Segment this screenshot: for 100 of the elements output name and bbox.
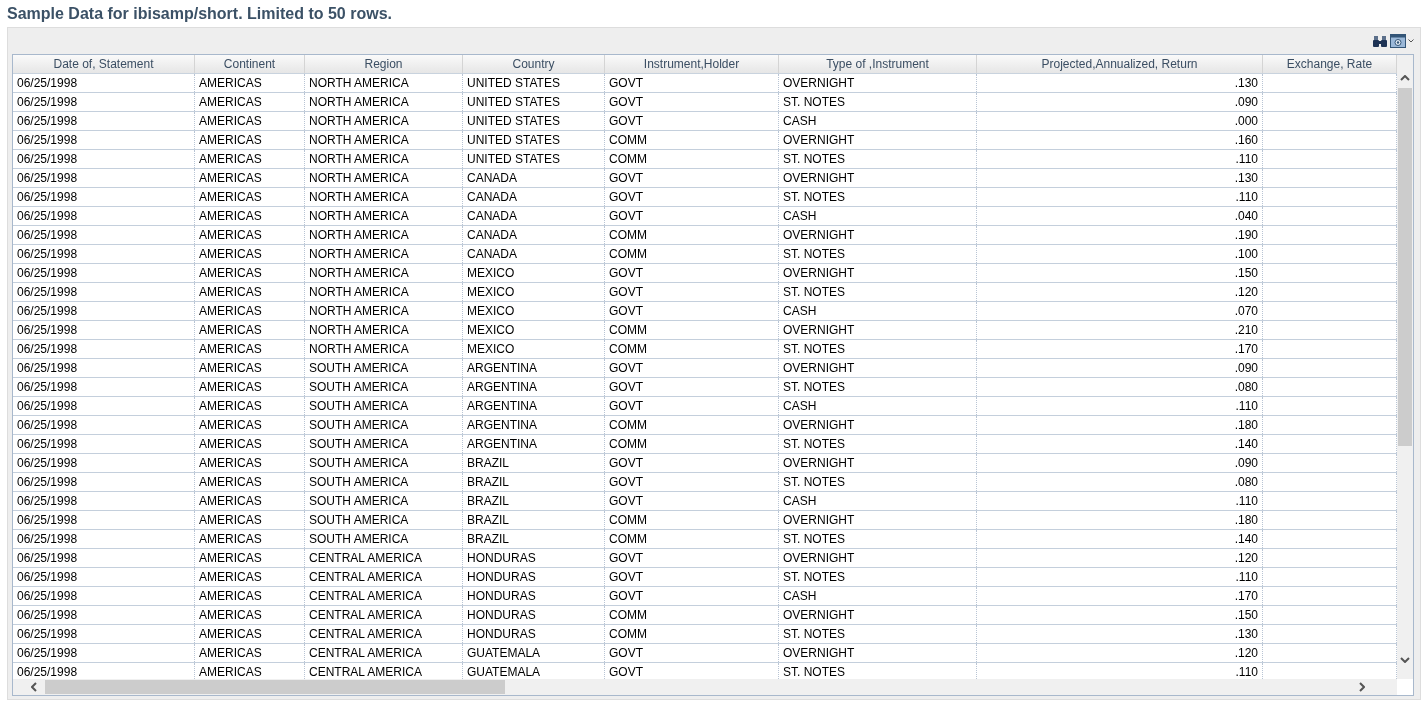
table-cell: BRAZIL (463, 530, 605, 548)
table-cell: AMERICAS (195, 397, 305, 415)
table-cell: COMM (605, 150, 779, 168)
table-cell: OVERNIGHT (779, 131, 977, 149)
table-cell: NORTH AMERICA (305, 321, 463, 339)
table-cell: AMERICAS (195, 530, 305, 548)
page-title: Sample Data for ibisamp/short. Limited to 50 rows. (6, 4, 393, 24)
table-cell: BRAZIL (463, 473, 605, 491)
table-cell: UNITED STATES (463, 74, 605, 92)
scrollbar-thumb[interactable] (45, 680, 505, 694)
table-cell: COMM (605, 511, 779, 529)
column-header[interactable]: Date of, Statement (13, 55, 195, 73)
table-cell: AMERICAS (195, 587, 305, 605)
table-cell: AMERICAS (195, 416, 305, 434)
table-cell: 06/25/1998 (13, 473, 195, 491)
table-cell: NORTH AMERICA (305, 340, 463, 358)
table-cell: .110 (977, 492, 1263, 510)
table-cell: COMM (605, 530, 779, 548)
table-cell: NORTH AMERICA (305, 74, 463, 92)
table-cell: CENTRAL AMERICA (305, 606, 463, 624)
table-cell: 06/25/1998 (13, 568, 195, 586)
table-cell: .000 (977, 112, 1263, 130)
table-cell: MEXICO (463, 321, 605, 339)
table-cell: NORTH AMERICA (305, 245, 463, 263)
table-cell: GOVT (605, 454, 779, 472)
table-cell: HONDURAS (463, 549, 605, 567)
table-cell: CENTRAL AMERICA (305, 625, 463, 643)
column-header[interactable]: Type of ,Instrument (779, 55, 977, 73)
column-header[interactable]: Instrument,Holder (605, 55, 779, 73)
table-cell: .170 (977, 587, 1263, 605)
table-cell: AMERICAS (195, 321, 305, 339)
scroll-left-icon[interactable] (31, 682, 37, 692)
table-cell: GOVT (605, 93, 779, 111)
table-cell: CASH (779, 207, 977, 225)
table-cell: 06/25/1998 (13, 93, 195, 111)
table-cell: .110 (977, 150, 1263, 168)
table-cell: GOVT (605, 74, 779, 92)
table-cell: OVERNIGHT (779, 321, 977, 339)
table-cell: OVERNIGHT (779, 644, 977, 662)
table-cell: 06/25/1998 (13, 321, 195, 339)
table-cell: SOUTH AMERICA (305, 473, 463, 491)
table-cell: AMERICAS (195, 226, 305, 244)
table-cell: AMERICAS (195, 568, 305, 586)
table-cell: 06/25/1998 (13, 112, 195, 130)
table-cell: MEXICO (463, 340, 605, 358)
table-cell: MEXICO (463, 264, 605, 282)
table-cell: 06/25/1998 (13, 416, 195, 434)
scrollbar-thumb[interactable] (1398, 88, 1412, 446)
table-cell: ST. NOTES (779, 568, 977, 586)
table-cell: SOUTH AMERICA (305, 530, 463, 548)
scroll-up-icon[interactable] (1400, 75, 1410, 81)
table-cell: SOUTH AMERICA (305, 359, 463, 377)
table-cell: AMERICAS (195, 245, 305, 263)
scroll-right-icon[interactable] (1359, 682, 1365, 692)
table-cell: NORTH AMERICA (305, 302, 463, 320)
table-cell: AMERICAS (195, 340, 305, 358)
table-cell: 06/25/1998 (13, 283, 195, 301)
table-cell: .210 (977, 321, 1263, 339)
table-cell: 06/25/1998 (13, 359, 195, 377)
table-cell: AMERICAS (195, 511, 305, 529)
table-cell: AMERICAS (195, 606, 305, 624)
scroll-down-icon[interactable] (1400, 657, 1410, 663)
view-menu-button[interactable] (1390, 34, 1414, 48)
table-cell: .130 (977, 74, 1263, 92)
table-cell: GOVT (605, 492, 779, 510)
table-cell: SOUTH AMERICA (305, 416, 463, 434)
table-cell: .160 (977, 131, 1263, 149)
table-cell: ST. NOTES (779, 530, 977, 548)
table-cell: ST. NOTES (779, 473, 977, 491)
column-header[interactable]: Continent (195, 55, 305, 73)
table-cell: NORTH AMERICA (305, 207, 463, 225)
table-cell: .130 (977, 625, 1263, 643)
table-cell: HONDURAS (463, 625, 605, 643)
table-cell: AMERICAS (195, 188, 305, 206)
table-cell: .080 (977, 378, 1263, 396)
table-cell: AMERICAS (195, 492, 305, 510)
table-cell: AMERICAS (195, 644, 305, 662)
table-cell: .040 (977, 207, 1263, 225)
column-header[interactable]: Country (463, 55, 605, 73)
binoculars-icon[interactable] (1373, 34, 1387, 48)
table-cell: .090 (977, 359, 1263, 377)
vertical-scrollbar[interactable] (1397, 55, 1413, 679)
table-cell: UNITED STATES (463, 93, 605, 111)
table-cell: 06/25/1998 (13, 549, 195, 567)
table-cell: .120 (977, 283, 1263, 301)
table-cell: COMM (605, 226, 779, 244)
table-cell: COMM (605, 321, 779, 339)
table-cell: GOVT (605, 302, 779, 320)
horizontal-scrollbar[interactable] (13, 679, 1397, 695)
table-cell: .190 (977, 226, 1263, 244)
table-cell: ST. NOTES (779, 245, 977, 263)
table-cell: AMERICAS (195, 473, 305, 491)
table-cell: AMERICAS (195, 264, 305, 282)
table-cell: GOVT (605, 264, 779, 282)
table-cell: 06/25/1998 (13, 435, 195, 453)
table-cell: CASH (779, 492, 977, 510)
column-header[interactable]: Projected,Annualized, Return (977, 55, 1263, 73)
column-header[interactable]: Region (305, 55, 463, 73)
table-cell: CENTRAL AMERICA (305, 549, 463, 567)
table-cell: CENTRAL AMERICA (305, 644, 463, 662)
